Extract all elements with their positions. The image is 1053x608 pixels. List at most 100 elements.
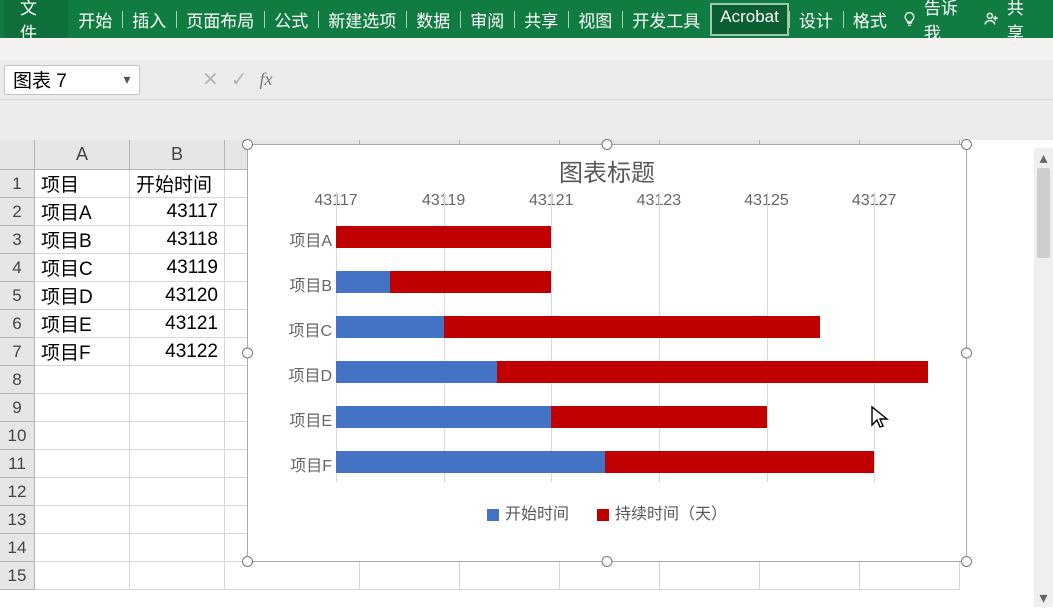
tab-视图[interactable]: 视图 [568, 3, 622, 36]
chart-bar-项目C[interactable]: 项目C [336, 316, 928, 338]
cell-A7[interactable]: 项目F [35, 338, 130, 366]
row-header-8[interactable]: 8 [0, 366, 35, 394]
name-box-dropdown[interactable]: ▾ [115, 71, 139, 88]
chart-title[interactable]: 图表标题 [248, 145, 966, 192]
chart-seg-duration[interactable] [497, 361, 928, 383]
tab-页面布局[interactable]: 页面布局 [176, 3, 264, 36]
cell-B12[interactable] [130, 478, 225, 506]
vertical-scrollbar[interactable]: ▴ ▾ [1034, 148, 1053, 607]
chart-seg-duration[interactable] [605, 451, 874, 473]
cell-H15[interactable] [760, 562, 860, 590]
formula-input[interactable] [281, 72, 1053, 87]
row-header-12[interactable]: 12 [0, 478, 35, 506]
row-header-11[interactable]: 11 [0, 450, 35, 478]
resize-handle-s[interactable] [602, 556, 613, 567]
chart-object[interactable]: 图表标题 431174311943121431234312543127 项目A项… [247, 144, 967, 562]
tab-格式[interactable]: 格式 [843, 3, 897, 36]
scroll-thumb[interactable] [1037, 168, 1050, 258]
cell-B2[interactable]: 43117 [130, 198, 225, 226]
chart-seg-start[interactable] [336, 271, 390, 293]
cell-F15[interactable] [560, 562, 660, 590]
col-header-A[interactable]: A [35, 140, 130, 170]
cell-B15[interactable] [130, 562, 225, 590]
cell-A10[interactable] [35, 422, 130, 450]
row-header-15[interactable]: 15 [0, 562, 35, 590]
cell-D15[interactable] [360, 562, 460, 590]
accept-formula-button[interactable]: ✓ [231, 67, 248, 92]
row-header-2[interactable]: 2 [0, 198, 35, 226]
cell-A14[interactable] [35, 534, 130, 562]
chart-seg-start[interactable] [336, 451, 605, 473]
row-header-13[interactable]: 13 [0, 506, 35, 534]
row-header-6[interactable]: 6 [0, 310, 35, 338]
row-header-5[interactable]: 5 [0, 282, 35, 310]
tab-设计[interactable]: 设计 [789, 3, 843, 36]
chart-bar-项目B[interactable]: 项目B [336, 271, 928, 293]
row-header-10[interactable]: 10 [0, 422, 35, 450]
cell-B3[interactable]: 43118 [130, 226, 225, 254]
legend-item-dur[interactable]: 持续时间（天） [597, 500, 727, 524]
tab-开始[interactable]: 开始 [68, 3, 122, 36]
cell-E15[interactable] [460, 562, 560, 590]
chart-legend[interactable]: 开始时间 持续时间（天） [248, 500, 966, 524]
tab-Acrobat[interactable]: Acrobat [710, 3, 789, 36]
row-header-1[interactable]: 1 [0, 170, 35, 198]
cell-G15[interactable] [660, 562, 760, 590]
cancel-formula-button[interactable]: ✕ [202, 67, 219, 92]
cell-A1[interactable]: 项目 [35, 170, 130, 198]
row-header-9[interactable]: 9 [0, 394, 35, 422]
cell-A12[interactable] [35, 478, 130, 506]
chart-seg-duration[interactable] [551, 406, 766, 428]
cell-A2[interactable]: 项目A [35, 198, 130, 226]
share-button[interactable]: 共享 [972, 0, 1049, 48]
select-all-corner[interactable] [0, 140, 35, 170]
cell-B4[interactable]: 43119 [130, 254, 225, 282]
cell-A5[interactable]: 项目D [35, 282, 130, 310]
chart-plot-area[interactable]: 431174311943121431234312543127 项目A项目B项目C… [268, 192, 946, 492]
row-header-4[interactable]: 4 [0, 254, 35, 282]
chart-seg-start[interactable] [336, 316, 444, 338]
chart-bar-项目D[interactable]: 项目D [336, 361, 928, 383]
row-header-14[interactable]: 14 [0, 534, 35, 562]
tab-公式[interactable]: 公式 [264, 3, 318, 36]
col-header-B[interactable]: B [130, 140, 225, 170]
chart-seg-duration[interactable] [390, 271, 551, 293]
cell-B6[interactable]: 43121 [130, 310, 225, 338]
chart-bar-项目F[interactable]: 项目F [336, 451, 928, 473]
chart-bar-项目A[interactable]: 项目A [336, 226, 928, 248]
legend-item-start[interactable]: 开始时间 [487, 500, 569, 524]
chart-bar-项目E[interactable]: 项目E [336, 406, 928, 428]
row-header-3[interactable]: 3 [0, 226, 35, 254]
cell-B8[interactable] [130, 366, 225, 394]
cell-B13[interactable] [130, 506, 225, 534]
tell-me[interactable]: 告诉我 [901, 0, 972, 44]
tab-共享[interactable]: 共享 [514, 3, 568, 36]
cell-A4[interactable]: 项目C [35, 254, 130, 282]
chart-seg-duration[interactable] [444, 316, 821, 338]
cell-B11[interactable] [130, 450, 225, 478]
cell-A11[interactable] [35, 450, 130, 478]
tab-开发工具[interactable]: 开发工具 [622, 3, 710, 36]
cell-A6[interactable]: 项目E [35, 310, 130, 338]
resize-handle-nw[interactable] [242, 139, 253, 150]
cell-A3[interactable]: 项目B [35, 226, 130, 254]
resize-handle-se[interactable] [961, 556, 972, 567]
cell-B7[interactable]: 43122 [130, 338, 225, 366]
resize-handle-n[interactable] [602, 139, 613, 150]
cell-A13[interactable] [35, 506, 130, 534]
cell-A8[interactable] [35, 366, 130, 394]
resize-handle-ne[interactable] [961, 139, 972, 150]
resize-handle-e[interactable] [961, 348, 972, 359]
worksheet-grid[interactable]: ABCDEFGHI 123456789101112131415 项目开始时间项目… [0, 140, 1053, 590]
chart-seg-duration[interactable] [336, 226, 551, 248]
cell-B5[interactable]: 43120 [130, 282, 225, 310]
name-box-input[interactable] [5, 67, 115, 93]
cell-B1[interactable]: 开始时间 [130, 170, 225, 198]
chart-seg-start[interactable] [336, 406, 551, 428]
row-header-7[interactable]: 7 [0, 338, 35, 366]
chart-seg-start[interactable] [336, 361, 497, 383]
tab-file[interactable]: 文件 [4, 0, 68, 38]
cell-B14[interactable] [130, 534, 225, 562]
cell-B10[interactable] [130, 422, 225, 450]
scroll-up-button[interactable]: ▴ [1034, 148, 1053, 167]
